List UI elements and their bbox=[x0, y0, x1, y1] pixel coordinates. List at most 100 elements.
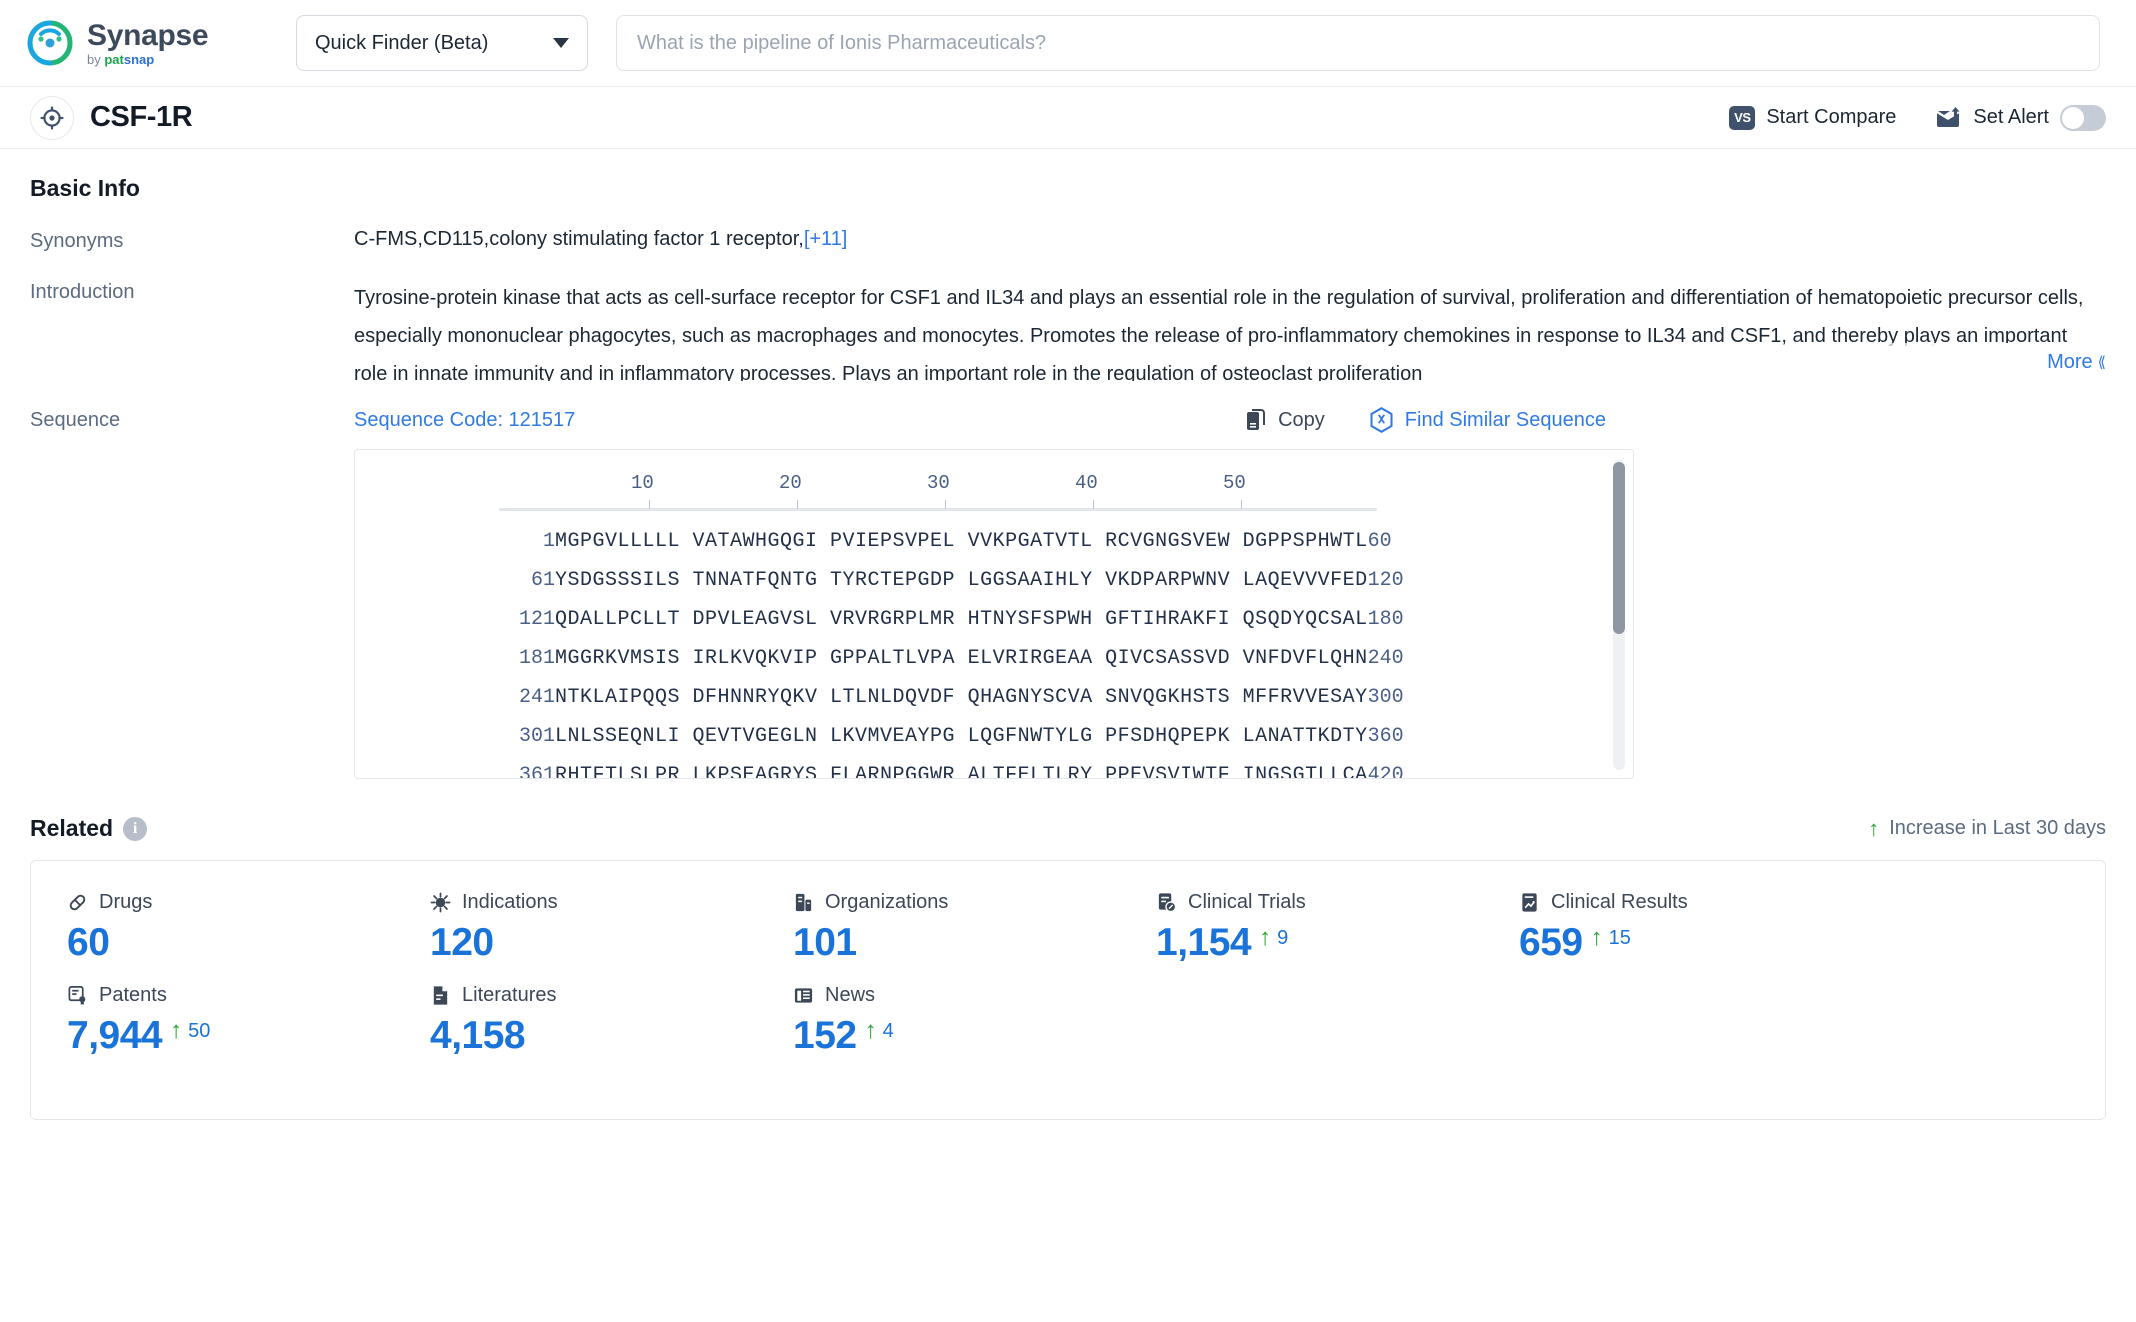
sequence-toolbar: Sequence Code: 121517 Copy Find Similar … bbox=[354, 407, 2106, 433]
arrow-up-icon: ↑ bbox=[170, 1017, 183, 1044]
virus-icon bbox=[430, 892, 451, 913]
quick-finder-label: Quick Finder (Beta) bbox=[315, 31, 489, 54]
patent-icon bbox=[67, 985, 88, 1006]
ruler-tick: 10 bbox=[631, 472, 654, 494]
stat-label: Indications bbox=[462, 891, 558, 913]
stat-delta: ↑ 15 bbox=[1590, 923, 1631, 951]
related-header: Related i ↑ Increase in Last 30 days bbox=[30, 815, 2106, 842]
stat-patents[interactable]: Patents 7,944 ↑ 50 bbox=[31, 984, 394, 1055]
sequence-panel[interactable]: 10 20 30 40 50 1 MGPGVLLLLL VATAWHGQGI P… bbox=[354, 449, 1634, 779]
stat-value: 1,154 bbox=[1156, 921, 1252, 964]
introduction-fade: More ⟪ bbox=[1776, 343, 2106, 381]
introduction-label: Introduction bbox=[30, 281, 135, 303]
set-alert-toggle[interactable] bbox=[2060, 104, 2106, 131]
synonyms-row: Synonyms C-FMS,CD115,colony stimulating … bbox=[30, 228, 2106, 253]
stat-label: News bbox=[825, 984, 876, 1006]
ruler-tick: 30 bbox=[927, 472, 950, 494]
stat-news[interactable]: News 152 ↑ 4 bbox=[757, 984, 1120, 1055]
main-content: Basic Info Synonyms C-FMS,CD115,colony s… bbox=[0, 175, 2136, 1120]
sequence-label: Sequence bbox=[30, 409, 121, 431]
copy-label: Copy bbox=[1278, 408, 1325, 431]
more-label: More bbox=[2047, 350, 2093, 373]
stat-label: Patents bbox=[99, 984, 167, 1006]
arrow-up-icon: ↑ bbox=[1590, 924, 1603, 951]
sequence-start-index: 301 bbox=[518, 725, 555, 748]
stat-indications[interactable]: Indications 120 bbox=[394, 891, 757, 962]
stat-label: Literatures bbox=[462, 984, 557, 1006]
stat-label: Clinical Trials bbox=[1188, 891, 1306, 913]
stat-clinical-results[interactable]: Clinical Results 659 ↑ 15 bbox=[1483, 891, 1846, 962]
stat-value: 120 bbox=[430, 921, 494, 964]
stat-delta-value: 4 bbox=[882, 1020, 894, 1042]
sequence-residues: QDALLPCLLT DPVLEAGVSL VRVRGRPLMR HTNYSFS… bbox=[555, 608, 1368, 631]
sequence-row-line: 1 MGPGVLLLLL VATAWHGQGI PVIEPSVPEL VVKPG… bbox=[355, 522, 1404, 561]
set-alert-control[interactable]: Set Alert bbox=[1936, 104, 2106, 131]
sequence-scrollbar[interactable] bbox=[1613, 460, 1625, 770]
sequence-scrollbar-thumb[interactable] bbox=[1613, 462, 1625, 634]
info-icon[interactable]: i bbox=[123, 816, 148, 841]
vs-icon: VS bbox=[1729, 105, 1756, 130]
sequence-table: 1 MGPGVLLLLL VATAWHGQGI PVIEPSVPEL VVKPG… bbox=[355, 522, 1404, 779]
start-compare-button[interactable]: VS Start Compare bbox=[1729, 105, 1896, 130]
sequence-residues: NTKLAIPQQS DFHNNRYQKV LTLNLDQVDF QHAGNYS… bbox=[555, 686, 1368, 709]
brand-logo[interactable]: Synapse by patsnap bbox=[26, 19, 270, 67]
sequence-row-line: 241 NTKLAIPQQS DFHNNRYQKV LTLNLDQVDF QHA… bbox=[355, 678, 1404, 717]
sequence-row-line: 61 YSDGSSSILS TNNATFQNTG TYRCTEPGDP LGGS… bbox=[355, 561, 1404, 600]
synonyms-value: C-FMS,CD115,colony stimulating factor 1 … bbox=[354, 228, 804, 250]
find-similar-sequence-button[interactable]: Find Similar Sequence bbox=[1369, 407, 1606, 433]
stat-organizations[interactable]: Organizations 101 bbox=[757, 891, 1120, 962]
pill-icon bbox=[67, 892, 88, 913]
copy-icon bbox=[1245, 408, 1267, 432]
ruler-tick: 50 bbox=[1223, 472, 1246, 494]
clinical-trial-icon bbox=[1156, 892, 1177, 913]
ruler-tick: 40 bbox=[1075, 472, 1098, 494]
sequence-residues: LNLSSEQNLI QEVTVGEGLN LKVMVEAYPG LQGFNWT… bbox=[555, 725, 1368, 748]
chevron-down-icon bbox=[553, 38, 569, 48]
related-heading: Related bbox=[30, 815, 114, 841]
brand-tagline: by patsnap bbox=[87, 51, 155, 67]
increase-legend: ↑ Increase in Last 30 days bbox=[1868, 817, 2106, 840]
sequence-row: Sequence Sequence Code: 121517 Copy Find… bbox=[30, 407, 2106, 779]
stat-value: 659 bbox=[1519, 921, 1583, 964]
synonyms-label: Synonyms bbox=[30, 230, 124, 252]
stat-delta: ↑ 9 bbox=[1259, 923, 1289, 951]
search-box[interactable] bbox=[616, 15, 2100, 71]
sequence-residues: RHTFTLSLPR LKPSEAGRYS FLARNPGGWR ALTFELT… bbox=[555, 764, 1368, 779]
introduction-more-button[interactable]: More ⟪ bbox=[2047, 351, 2106, 374]
stat-clinical-trials[interactable]: Clinical Trials 1,154 ↑ 9 bbox=[1120, 891, 1483, 962]
sequence-end-index: 180 bbox=[1367, 608, 1404, 631]
synonyms-more-link[interactable]: [+11] bbox=[804, 228, 848, 250]
sequence-start-index: 241 bbox=[518, 686, 555, 709]
copy-sequence-button[interactable]: Copy bbox=[1245, 408, 1325, 432]
sequence-residues: MGPGVLLLLL VATAWHGQGI PVIEPSVPEL VVKPGAT… bbox=[555, 530, 1368, 553]
page-title: CSF-1R bbox=[90, 101, 193, 133]
increase-legend-label: Increase in Last 30 days bbox=[1889, 817, 2106, 839]
ruler-tick: 20 bbox=[779, 472, 802, 494]
building-icon bbox=[793, 892, 814, 913]
arrow-up-icon: ↑ bbox=[1259, 924, 1272, 951]
ruler-line bbox=[499, 508, 1377, 511]
news-icon bbox=[793, 985, 814, 1006]
synapse-logo-icon bbox=[26, 19, 74, 67]
sequence-end-index: 240 bbox=[1367, 647, 1404, 670]
sequence-end-index: 300 bbox=[1367, 686, 1404, 709]
introduction-text-wrap: Tyrosine-protein kinase that acts as cel… bbox=[354, 279, 2106, 381]
stat-delta-value: 50 bbox=[188, 1020, 211, 1042]
stat-label: Drugs bbox=[99, 891, 153, 913]
arrow-up-icon: ↑ bbox=[864, 1017, 877, 1044]
sequence-row-line: 361 RHTFTLSLPR LKPSEAGRYS FLARNPGGWR ALT… bbox=[355, 756, 1404, 779]
stat-delta: ↑ 50 bbox=[170, 1016, 211, 1044]
alert-envelope-icon bbox=[1936, 106, 1962, 129]
sequence-start-index: 121 bbox=[518, 608, 555, 631]
sequence-end-index: 420 bbox=[1367, 764, 1404, 779]
stat-drugs[interactable]: Drugs 60 bbox=[31, 891, 394, 962]
sequence-end-index: 360 bbox=[1367, 725, 1404, 748]
quick-finder-dropdown[interactable]: Quick Finder (Beta) bbox=[296, 15, 588, 71]
sequence-residues: MGGRKVMSIS IRLKVQKVIP GPPALTLVPA ELVRIRG… bbox=[555, 647, 1368, 670]
find-similar-label: Find Similar Sequence bbox=[1404, 408, 1606, 431]
stat-delta-value: 9 bbox=[1277, 927, 1289, 949]
stat-literatures[interactable]: Literatures 4,158 bbox=[394, 984, 757, 1055]
sequence-code-link[interactable]: Sequence Code: 121517 bbox=[354, 409, 575, 432]
search-input[interactable] bbox=[635, 30, 2081, 56]
literature-icon bbox=[430, 985, 451, 1006]
